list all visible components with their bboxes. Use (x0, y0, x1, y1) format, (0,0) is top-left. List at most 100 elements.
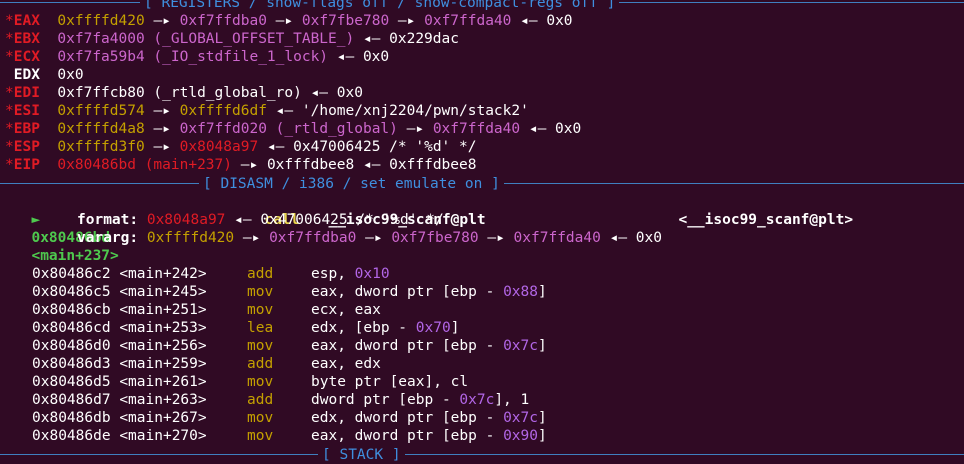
instruction-operand: 0x70 (415, 320, 451, 336)
current-instruction-marker: ► (31, 212, 41, 228)
argument-value: 0xffffd420 (146, 230, 235, 246)
register-value: —▸ (144, 121, 180, 137)
call-target: <__isoc99_scanf@plt> (678, 212, 854, 228)
disasm-operands: eax, edx (311, 355, 381, 373)
register-value: 0xffffd574 (57, 103, 145, 119)
instruction-address: 0x80486de (32, 428, 111, 444)
instruction-symbol: <main+245> (119, 284, 207, 300)
register-value: 0x229dac (389, 31, 459, 47)
register-value: 0x0 (555, 121, 582, 137)
disasm-location: 0x80486cd <main+253> (32, 319, 207, 337)
instruction-symbol: <main+259> (119, 356, 207, 372)
register-name: ECX (13, 49, 40, 65)
register-value: 0x0 (336, 85, 363, 101)
register-name: ESI (13, 103, 40, 119)
instruction-operand: 0x90 (503, 428, 538, 444)
instruction-operand: dword ptr [ebp - (311, 392, 460, 408)
call-argument: vararg: 0xffffd420 —▸ 0xf7ffdba0 —▸ 0xf7… (77, 229, 662, 247)
instruction-symbol: <main+261> (119, 374, 207, 390)
instruction-symbol: <main+251> (119, 302, 207, 318)
register-value: —▸ (397, 121, 433, 137)
argument-value: ◂— (600, 230, 636, 246)
instruction-mnemonic: add (247, 266, 274, 282)
disasm-location: 0x80486cb <main+251> (32, 301, 207, 319)
register-row-esi[interactable]: *ESI 0xffffd574 —▸ 0xffffd6df ◂— '/home/… (5, 102, 529, 120)
disasm-operands: esp, 0x10 (311, 265, 390, 283)
register-name: EDX (13, 67, 40, 83)
instruction-operand: eax, edx (311, 356, 381, 372)
instruction-operand: 0x7c (503, 410, 538, 426)
call-target-wrap: <__isoc99_scanf@plt> (661, 193, 853, 228)
instruction-address: 0x80486c2 (32, 266, 111, 282)
register-modified-marker: * (5, 49, 14, 65)
disasm-mnemonic-wrap: add (247, 265, 273, 283)
register-modified-marker: * (5, 121, 14, 137)
register-value: 0x0 (546, 13, 573, 29)
register-value: 0xf7ffdba0 (179, 13, 267, 29)
register-value: ◂— (266, 103, 302, 119)
instruction-symbol: <main+242> (119, 266, 207, 282)
register-name: EIP (13, 157, 40, 173)
instruction-operand: 0x10 (354, 266, 390, 282)
instruction-operand: edx, dword ptr [ebp - (311, 410, 504, 426)
argument-value: 0xf7ffda40 (513, 230, 601, 246)
instruction-operand: esp, (311, 266, 355, 282)
disasm-operands: eax, dword ptr [ebp - 0x88] (311, 283, 547, 301)
register-row-esp[interactable]: *ESP 0xffffd3f0 —▸ 0x8048a97 ◂— 0x470064… (5, 138, 476, 156)
register-row-edi[interactable]: *EDI 0xf7ffcb80 (_rtld_global_ro) ◂— 0x0 (5, 84, 363, 102)
argument-value: ◂— (225, 212, 261, 228)
disasm-location: 0x80486de <main+270> (32, 427, 207, 445)
register-row-ebp[interactable]: *EBP 0xffffd4a8 —▸ 0xf7ffd020 (_rtld_glo… (5, 120, 581, 138)
current-instruction[interactable]: ► 0x80486bd <main+237> (14, 193, 118, 264)
disasm-mnemonic-wrap: mov (247, 301, 273, 319)
instruction-operand: ] (537, 338, 547, 354)
register-value: 0xf7fa4000 (_GLOBAL_OFFSET_TABLE_) (57, 31, 355, 47)
current-instruction-symbol: <main+237> (31, 248, 119, 264)
register-modified-marker: * (5, 31, 14, 47)
disasm-operands: byte ptr [eax], cl (311, 373, 468, 391)
current-instruction-body: call (247, 193, 299, 228)
instruction-symbol: <main+267> (119, 410, 207, 426)
register-value: 0xf7ffda40 (432, 121, 521, 137)
argument-value: 0x8048a97 (146, 212, 226, 228)
instruction-operand: edx, [ebp - (311, 320, 416, 336)
register-value: —▸ (266, 13, 302, 29)
register-row-eax[interactable]: *EAX 0xffffd420 —▸ 0xf7ffdba0 —▸ 0xf7fbe… (5, 12, 573, 30)
disasm-operands: edx, dword ptr [ebp - 0x7c] (311, 409, 547, 427)
disasm-mnemonic-wrap: mov (247, 337, 273, 355)
stack-banner: [ STACK ] (0, 446, 964, 464)
register-value: ◂— (354, 157, 390, 173)
register-row-ecx[interactable]: *ECX 0xf7fa59b4 (_IO_stdfile_1_lock) ◂— … (5, 48, 389, 66)
disasm-location: 0x80486c2 <main+242> (32, 265, 207, 283)
register-value: 0xf7ffda40 (424, 13, 512, 29)
register-value: 0xffffd6df (179, 103, 267, 119)
register-value: 0xf7fa59b4 (_IO_stdfile_1_lock) (57, 49, 329, 65)
instruction-operand: eax, dword ptr [ebp - (311, 428, 504, 444)
instruction-operand: ] (537, 428, 547, 444)
argument-label: vararg: (77, 230, 139, 246)
instruction-mnemonic: lea (247, 320, 274, 336)
stack-banner-title: [ STACK ] (318, 446, 405, 464)
register-name: EBP (13, 121, 40, 137)
argument-value: 0xf7fbe780 (391, 230, 479, 246)
instruction-operand: eax, dword ptr [ebp - (311, 284, 504, 300)
register-value: ◂— (354, 31, 390, 47)
register-row-eip[interactable]: *EIP 0x80486bd (main+237) —▸ 0xfffdbee8 … (5, 156, 476, 174)
register-row-ebx[interactable]: *EBX 0xf7fa4000 (_GLOBAL_OFFSET_TABLE_) … (5, 30, 459, 48)
register-row-edx[interactable]: EDX 0x0 (5, 66, 84, 84)
instruction-address: 0x80486cb (32, 302, 111, 318)
register-value: 0x0 (57, 67, 84, 83)
instruction-address: 0x80486d5 (32, 374, 111, 390)
